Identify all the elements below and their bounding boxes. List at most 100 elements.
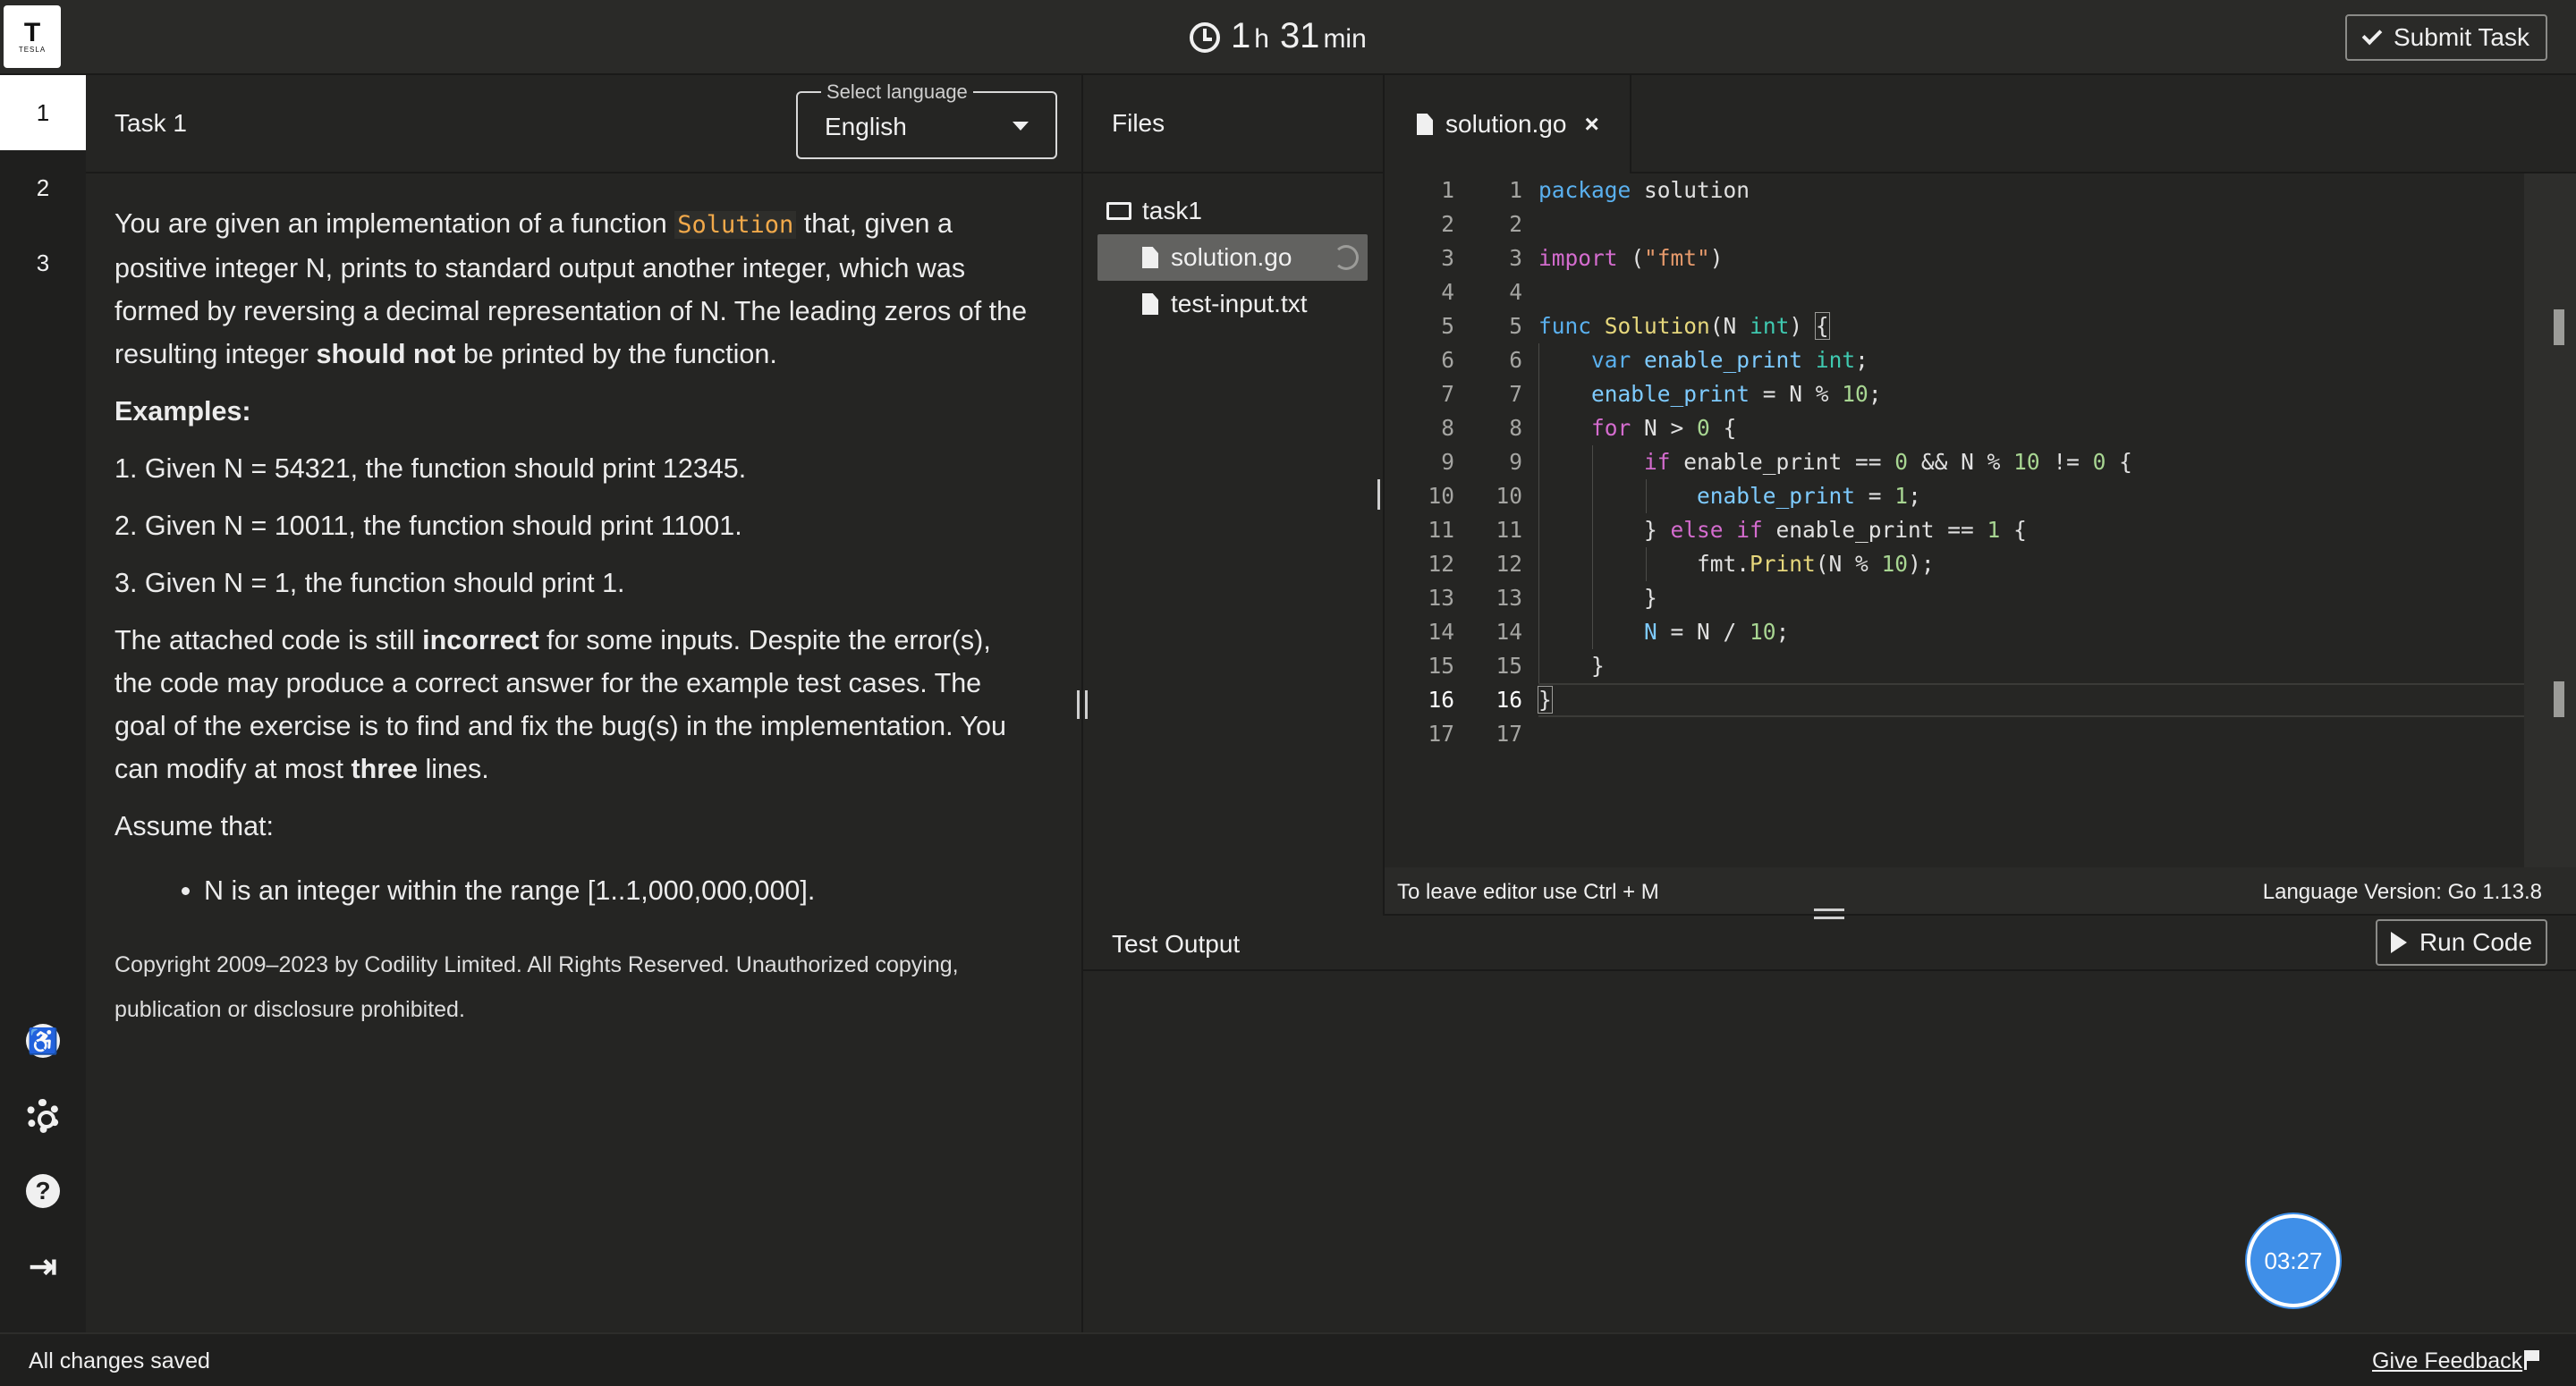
gear-icon[interactable]: [25, 1098, 61, 1134]
code-line[interactable]: func Solution(N int) {: [1538, 309, 2531, 343]
example-2: 2. Given N = 10011, the function should …: [114, 511, 742, 541]
line-number: 15: [1496, 653, 1522, 679]
assumptions-list: N is an integer within the range [1..1,0…: [204, 869, 1036, 912]
task-nav-item-1[interactable]: 1: [0, 75, 86, 150]
line-number: 9: [1509, 449, 1522, 475]
line-number: 2: [1441, 211, 1454, 237]
line-number: 14: [1428, 619, 1454, 645]
run-code-label: Run Code: [2419, 928, 2533, 956]
code-line[interactable]: package solution: [1538, 173, 2531, 207]
intro-text: You are given an implementation of a fun…: [114, 208, 675, 239]
logo-word: TESLA: [18, 45, 47, 54]
code-editor[interactable]: 1 2 3 4 5 6 7 8 9 10 11 12 13 14 15 16 17 1 2 3 4 5 6 7 8 9 10 11 1…: [1385, 173, 2576, 867]
scrollbar-marker: [2554, 681, 2564, 717]
function-name-code: Solution: [674, 211, 797, 239]
language-select[interactable]: Select language English: [796, 80, 1057, 159]
line-number: 12: [1428, 551, 1454, 577]
line-number: 10: [1428, 483, 1454, 509]
code-line[interactable]: }: [1538, 581, 2531, 615]
line-number: 5: [1509, 313, 1522, 339]
file-item-solution-go[interactable]: solution.go: [1097, 234, 1368, 281]
code-line[interactable]: enable_print = 1;: [1538, 479, 2531, 513]
timer-bubble[interactable]: 03:27: [2247, 1214, 2340, 1307]
file-item-test-input[interactable]: test-input.txt: [1097, 281, 1368, 327]
code-line[interactable]: [1538, 717, 2531, 751]
examples-heading-text: Examples:: [114, 396, 251, 427]
code-line[interactable]: fmt.Print(N % 10);: [1538, 547, 2531, 581]
give-feedback-link[interactable]: Give Feedback: [2372, 1348, 2522, 1374]
task-nav: 1 2 3 ♿ ? ⇥: [0, 75, 86, 1332]
language-version: Language Version: Go 1.13.8: [2262, 880, 2542, 904]
editor-scrollbar[interactable]: [2524, 173, 2576, 867]
line-number: 17: [1496, 721, 1522, 747]
examples-heading: Examples:: [114, 390, 1036, 433]
bug-bold: incorrect: [422, 625, 539, 655]
file-icon: [1142, 247, 1158, 268]
code-line[interactable]: } else if enable_print == 1 {: [1538, 513, 2531, 547]
code-line[interactable]: N = N / 10;: [1538, 615, 2531, 649]
line-number: 13: [1496, 585, 1522, 611]
clock-icon: [1190, 22, 1220, 53]
file-label: test-input.txt: [1171, 290, 1308, 317]
tab-label: solution.go: [1445, 110, 1567, 138]
folder-label: task1: [1142, 197, 1202, 224]
bug-bold-2: three: [351, 754, 419, 784]
play-icon: [2390, 932, 2407, 953]
code-line[interactable]: }: [1538, 649, 2531, 683]
line-number: 16: [1428, 687, 1454, 713]
line-numbers-primary: 1 2 3 4 5 6 7 8 9 10 11 12 13 14 15 16 17: [1399, 173, 1454, 751]
code-line[interactable]: import ("fmt"): [1538, 241, 2531, 275]
line-numbers-secondary: 1 2 3 4 5 6 7 8 9 10 11 12 13 14 15 16 17: [1465, 173, 1522, 751]
code-line-current[interactable]: }: [1538, 683, 2531, 717]
copyright-text: Copyright 2009–2023 by Codility Limited.…: [114, 952, 959, 1022]
code-line[interactable]: for N > 0 {: [1538, 411, 2531, 445]
timer-minutes: 31: [1279, 16, 1320, 55]
line-number: 11: [1496, 517, 1522, 543]
task-title: Task 1: [114, 109, 187, 137]
editor-footer: To leave editor use Ctrl + M Language Ve…: [1385, 867, 2576, 916]
line-number: 2: [1509, 211, 1522, 237]
code-area[interactable]: package solution import ("fmt") func Sol…: [1538, 173, 2531, 751]
folder-task1[interactable]: task1: [1106, 197, 1202, 225]
example-3: 3. Given N = 1, the function should prin…: [114, 568, 625, 598]
help-icon[interactable]: ?: [25, 1173, 61, 1209]
test-output-heading: Test Output: [1112, 930, 1241, 958]
run-code-button[interactable]: Run Code: [2376, 919, 2547, 966]
history-icon[interactable]: [1334, 245, 1359, 270]
assume-heading: Assume that:: [114, 811, 274, 841]
file-icon: [1142, 293, 1158, 315]
line-number: 15: [1428, 653, 1454, 679]
tab-solution-go[interactable]: solution.go ×: [1385, 75, 1631, 173]
editor-tabs: solution.go ×: [1385, 75, 2576, 173]
scrollbar-thumb[interactable]: [2554, 309, 2564, 345]
line-number: 8: [1509, 415, 1522, 441]
flag-icon[interactable]: [2524, 1350, 2540, 1370]
code-line[interactable]: [1538, 275, 2531, 309]
line-number: 7: [1441, 381, 1454, 407]
task-nav-item-3[interactable]: 3: [0, 225, 86, 300]
line-number: 1: [1441, 177, 1454, 203]
code-line[interactable]: enable_print = N % 10;: [1538, 377, 2531, 411]
file-icon: [1417, 114, 1433, 135]
submit-task-label: Submit Task: [2394, 23, 2529, 51]
code-line[interactable]: var enable_print int;: [1538, 343, 2531, 377]
app-root: T TESLA 1 h 31 min Submit Task 1 2 3 ♿ ?…: [0, 0, 2576, 1386]
close-icon[interactable]: ×: [1584, 110, 1598, 139]
line-number: 16: [1496, 687, 1522, 713]
files-heading: Files: [1112, 109, 1165, 137]
test-output-header: Test Output: [1083, 916, 2576, 971]
code-line[interactable]: [1538, 207, 2531, 241]
line-number: 4: [1441, 279, 1454, 305]
line-number: 5: [1441, 313, 1454, 339]
task-description: You are given an implementation of a fun…: [114, 202, 1036, 1032]
logout-icon[interactable]: ⇥: [25, 1248, 61, 1286]
chevron-down-icon: [1013, 122, 1029, 131]
line-number: 7: [1509, 381, 1522, 407]
submit-task-button[interactable]: Submit Task: [2345, 14, 2547, 61]
accessibility-icon[interactable]: ♿: [25, 1023, 61, 1059]
check-icon: [2361, 24, 2383, 46]
code-line[interactable]: if enable_print == 0 && N % 10 != 0 {: [1538, 445, 2531, 479]
files-header: Files: [1083, 75, 1384, 173]
line-number: 14: [1496, 619, 1522, 645]
task-nav-item-2[interactable]: 2: [0, 150, 86, 225]
